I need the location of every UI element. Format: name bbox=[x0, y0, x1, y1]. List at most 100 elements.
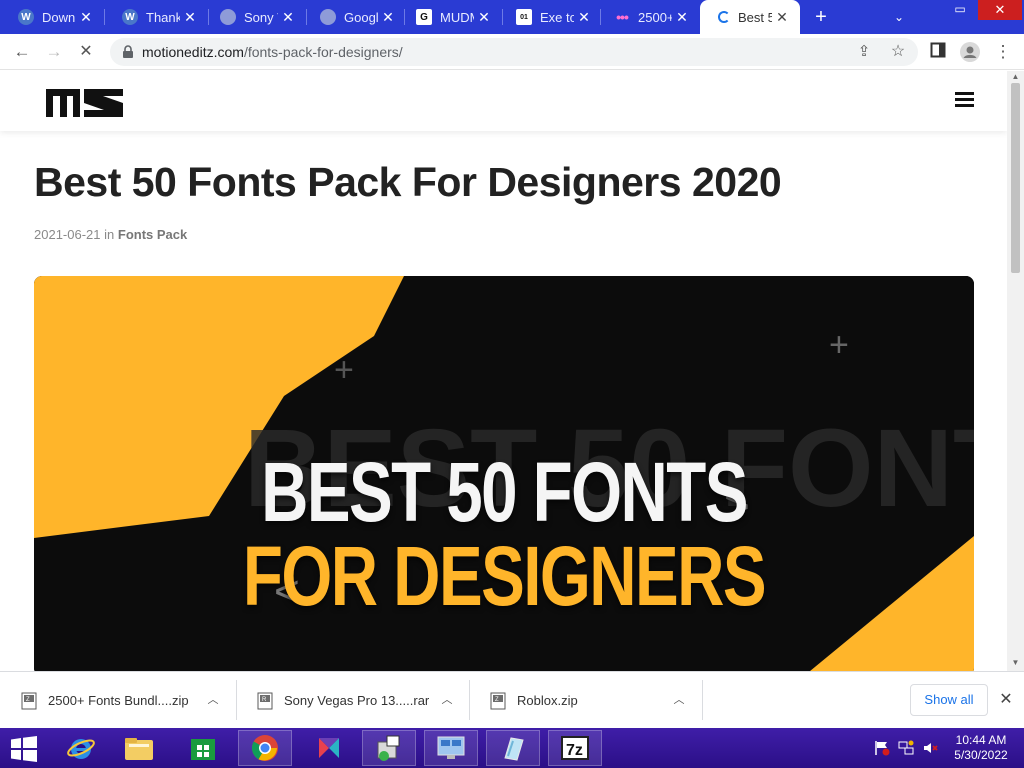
chevron-up-icon[interactable]: ︿ bbox=[671, 692, 687, 708]
rar-file-icon: R bbox=[257, 692, 273, 709]
notepad-icon[interactable] bbox=[486, 730, 540, 766]
chrome-icon[interactable] bbox=[238, 730, 292, 766]
tab-title: MUDM bbox=[440, 9, 474, 25]
url-domain: motioneditz.com bbox=[142, 44, 244, 60]
tab-title: Googl bbox=[344, 9, 378, 25]
tab-title: Downl bbox=[42, 9, 76, 25]
forward-icon[interactable]: → bbox=[44, 42, 64, 62]
flag-icon[interactable] bbox=[874, 740, 890, 756]
stop-icon[interactable]: ✕ bbox=[76, 42, 96, 62]
plus-decor: + bbox=[334, 351, 354, 389]
minimize-icon[interactable]: ▭ bbox=[946, 0, 974, 20]
tab-sony[interactable]: Sony V ✕ bbox=[202, 0, 306, 34]
tab-mudm[interactable]: G MUDM ✕ bbox=[398, 0, 502, 34]
chevron-down-icon[interactable]: ⌄ bbox=[890, 8, 908, 26]
file-explorer-icon[interactable] bbox=[112, 730, 166, 766]
plus-decor: + bbox=[829, 326, 849, 364]
star-icon[interactable]: ☆ bbox=[888, 42, 908, 62]
scroll-down-icon[interactable]: ▼ bbox=[1010, 659, 1021, 667]
svg-text:R: R bbox=[262, 697, 267, 703]
wp-icon: W bbox=[122, 9, 138, 25]
site-header bbox=[0, 71, 1007, 131]
post-date: 2021-06-21 bbox=[34, 227, 101, 242]
system-clock[interactable]: 10:44 AM 5/30/2022 bbox=[944, 733, 1018, 763]
windows-start-icon[interactable] bbox=[10, 736, 38, 762]
download-filename: 2500+ Fonts Bundl....zip bbox=[48, 693, 189, 708]
zip-file-icon: Z bbox=[21, 692, 37, 709]
close-tab-icon[interactable]: ✕ bbox=[476, 9, 492, 25]
site-logo[interactable] bbox=[46, 85, 124, 117]
loading-icon bbox=[718, 11, 730, 23]
dots-icon: ••• bbox=[616, 9, 629, 25]
page-title: Best 50 Fonts Pack For Designers 2020 bbox=[34, 159, 782, 205]
7zip-icon[interactable]: 7z bbox=[548, 730, 602, 766]
download-filename: Roblox.zip bbox=[517, 693, 578, 708]
hamburger-menu-icon[interactable] bbox=[955, 92, 974, 108]
exe-icon: 01 bbox=[516, 9, 532, 25]
download-filename: Sony Vegas Pro 13.....rar bbox=[284, 693, 430, 708]
tab-thank[interactable]: W Thank ✕ bbox=[104, 0, 208, 34]
share-icon[interactable]: ⇪ bbox=[854, 42, 874, 62]
volume-mute-icon[interactable] bbox=[922, 740, 938, 756]
store-icon[interactable] bbox=[176, 730, 230, 766]
tab-google[interactable]: Googl ✕ bbox=[302, 0, 406, 34]
tab-best-fonts[interactable]: Best 5 ✕ bbox=[700, 0, 800, 34]
close-icon[interactable]: ✕ bbox=[997, 691, 1015, 709]
tab-title: 2500+ bbox=[638, 9, 672, 25]
tab-title: Exe to bbox=[540, 9, 574, 25]
url-text: motioneditz.com/fonts-pack-for-designers… bbox=[142, 44, 403, 60]
remote-desktop-icon[interactable] bbox=[424, 730, 478, 766]
scrollbar-thumb[interactable] bbox=[1011, 83, 1020, 273]
app-icon[interactable] bbox=[302, 730, 356, 766]
close-tab-icon[interactable]: ✕ bbox=[576, 9, 592, 25]
post-meta: 2021-06-21 in Fonts Pack bbox=[34, 227, 187, 242]
side-panel-icon[interactable] bbox=[928, 42, 948, 62]
page-scrollbar[interactable]: ▲ ▼ bbox=[1007, 71, 1024, 671]
tab-exe[interactable]: 01 Exe to ✕ bbox=[498, 0, 602, 34]
internet-explorer-icon[interactable] bbox=[54, 730, 108, 766]
taskbar: 7z 10:44 AM 5/30/2022 bbox=[0, 728, 1024, 768]
new-tab-icon[interactable]: + bbox=[810, 6, 832, 28]
chevron-up-icon[interactable]: ︿ bbox=[439, 692, 455, 708]
close-tab-icon[interactable]: ✕ bbox=[182, 9, 198, 25]
menu-icon[interactable]: ⋮ bbox=[993, 42, 1013, 62]
installer-icon[interactable] bbox=[362, 730, 416, 766]
chevron-up-icon[interactable]: ︿ bbox=[205, 692, 221, 708]
close-tab-icon[interactable]: ✕ bbox=[78, 9, 94, 25]
close-window-icon[interactable]: ✕ bbox=[978, 0, 1022, 20]
tab-2500[interactable]: ••• 2500+ ✕ bbox=[596, 0, 700, 34]
divider bbox=[702, 680, 703, 720]
tab-title: Thank bbox=[146, 9, 180, 25]
url-path: /fonts-pack-for-designers/ bbox=[243, 44, 403, 60]
screen: W Downl ✕ W Thank ✕ Sony V ✕ Googl ✕ G M… bbox=[0, 0, 1024, 768]
tab-downloads[interactable]: W Downl ✕ bbox=[0, 0, 104, 34]
lock-icon bbox=[123, 45, 133, 58]
hero-headline: BEST 50 FONTS bbox=[261, 445, 748, 539]
browser-toolbar: ← → ✕ motioneditz.com/fonts-pack-for-des… bbox=[0, 34, 1024, 70]
scroll-up-icon[interactable]: ▲ bbox=[1010, 73, 1021, 81]
close-tab-icon[interactable]: ✕ bbox=[774, 9, 790, 25]
tab-title: Best 5 bbox=[738, 9, 772, 25]
close-tab-icon[interactable]: ✕ bbox=[674, 9, 690, 25]
web-page: Best 50 Fonts Pack For Designers 2020 20… bbox=[0, 71, 1007, 671]
download-item[interactable]: R Sony Vegas Pro 13.....rar ︿ bbox=[236, 672, 470, 729]
g-icon: G bbox=[416, 9, 432, 25]
close-tab-icon[interactable]: ✕ bbox=[280, 9, 296, 25]
network-icon[interactable] bbox=[898, 740, 914, 756]
tab-title: Sony V bbox=[244, 9, 278, 25]
hero-subheadline: FOR DESIGNERS bbox=[242, 529, 767, 623]
in-label: in bbox=[104, 227, 115, 242]
download-item[interactable]: Z 2500+ Fonts Bundl....zip ︿ bbox=[0, 672, 236, 729]
back-icon[interactable]: ← bbox=[12, 42, 32, 62]
show-all-button[interactable]: Show all bbox=[910, 684, 988, 716]
address-bar[interactable]: motioneditz.com/fonts-pack-for-designers… bbox=[110, 38, 918, 66]
download-item[interactable]: Z Roblox.zip ︿ bbox=[469, 672, 703, 729]
close-tab-icon[interactable]: ✕ bbox=[380, 9, 396, 25]
profile-icon[interactable] bbox=[960, 42, 980, 62]
wp-icon: W bbox=[18, 9, 34, 25]
download-bar: Z 2500+ Fonts Bundl....zip ︿ R Sony Vega… bbox=[0, 671, 1024, 728]
hero-image: BEST 50 FONTS + + < > BEST 50 FONTS FOR … bbox=[34, 276, 974, 671]
tab-strip: W Downl ✕ W Thank ✕ Sony V ✕ Googl ✕ G M… bbox=[0, 0, 1024, 34]
globe-icon bbox=[220, 9, 236, 25]
category-link[interactable]: Fonts Pack bbox=[118, 227, 187, 242]
